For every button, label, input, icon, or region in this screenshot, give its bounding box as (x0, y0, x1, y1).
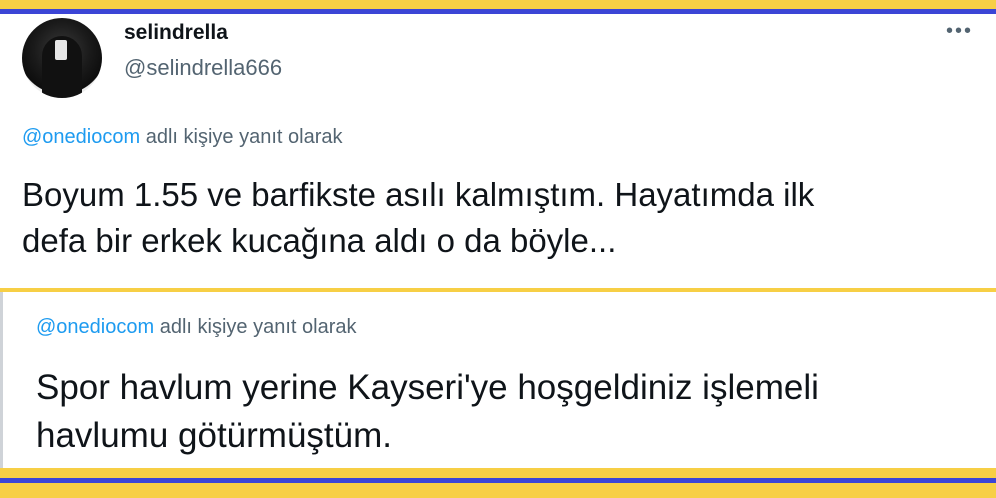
user-handle[interactable]: @selindrella666 (124, 55, 282, 81)
tweet-text-line: Spor havlum yerine Kayseri'ye hoşgeldini… (36, 368, 819, 407)
tweet-text-line: havlumu götürmüştüm. (36, 416, 392, 455)
tweet-text-line: Boyum 1.55 ve barfikste asılı kalmıştım.… (22, 176, 815, 213)
mention-link[interactable]: @onediocom (22, 126, 140, 148)
more-horizontal-icon[interactable]: ••• (946, 21, 974, 42)
bottom-stripe (0, 478, 996, 483)
reply-context: @onediocom adlı kişiye yanıt olarak (36, 316, 356, 339)
reply-context-label: adlı kişiye yanıt olarak (154, 316, 357, 338)
tweet-text-line: defa bir erkek kucağına aldı o da böyle.… (22, 222, 617, 259)
mention-link[interactable]: @onediocom (36, 316, 154, 338)
reply-context: @onediocom adlı kişiye yanıt olarak (22, 126, 342, 149)
tweet-text: Boyum 1.55 ve barfikste asılı kalmıştım.… (22, 172, 962, 264)
tweet-card[interactable]: selindrella @selindrella666 ••• @onedioc… (0, 14, 996, 288)
tweet-card[interactable]: @onediocom adlı kişiye yanıt olarak Spor… (0, 292, 996, 468)
reply-context-label: adlı kişiye yanıt olarak (140, 126, 343, 148)
display-name[interactable]: selindrella (124, 21, 228, 45)
avatar-phone (55, 40, 67, 60)
avatar[interactable] (22, 18, 102, 98)
tweet-text: Spor havlum yerine Kayseri'ye hoşgeldini… (36, 364, 976, 460)
